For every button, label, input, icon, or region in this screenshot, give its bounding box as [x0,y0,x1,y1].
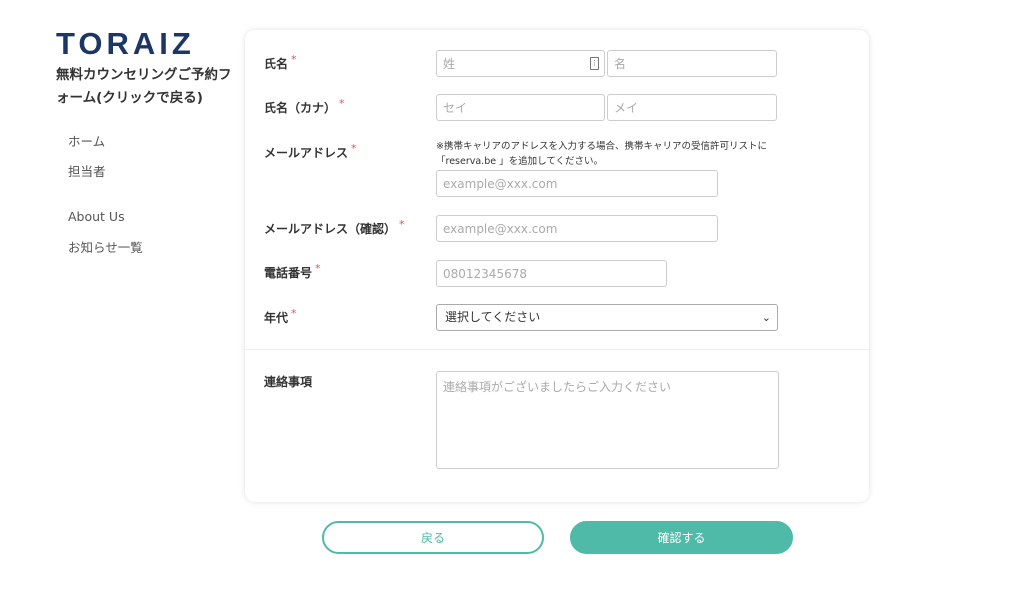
reservation-form-card: 氏名* ⋮ 氏名（カナ）* メールアドレス* ※携帯キャリアのアドレスを入力する… [245,30,869,502]
toraiz-logo[interactable]: TORAIZ [56,28,195,59]
required-mark: * [315,262,321,275]
email-input[interactable] [436,170,718,197]
required-mark: * [291,53,297,66]
sidebar-item-about-us[interactable]: About Us [68,209,143,225]
phone-label: 電話番号 * [264,262,321,280]
chevron-down-icon: ⌄ [761,311,771,324]
back-button[interactable]: 戻る [322,521,544,554]
required-mark: * [351,142,357,155]
last-name-kana-input[interactable] [436,94,605,121]
form-title-link[interactable]: 無料カウンセリングご予約フォーム(クリックで戻る) [56,64,236,110]
notes-textarea[interactable] [436,371,779,469]
sidebar-item-home[interactable]: ホーム [68,134,143,150]
sidebar-nav: ホーム 担当者 About Us お知らせ一覧 [68,134,143,256]
email-label: メールアドレス * [264,142,357,160]
age-select-value: 選択してください [445,310,541,324]
required-mark: * [399,218,405,231]
age-label: 年代 * [264,307,297,325]
age-select[interactable]: 選択してください ⌄ [436,304,778,331]
first-name-input[interactable] [607,50,777,77]
last-name-input[interactable] [436,50,605,77]
required-mark: * [339,97,345,110]
email-confirm-input[interactable] [436,215,718,242]
name-label: 氏名 * [264,53,297,71]
email-carrier-note: ※携帯キャリアのアドレスを入力する場合、携帯キャリアの受信許可リストに「rese… [436,141,767,167]
sidebar-item-news[interactable]: お知らせ一覧 [68,240,143,256]
kana-label: 氏名（カナ） * [264,97,345,115]
contact-card-icon[interactable]: ⋮ [590,57,599,70]
phone-input[interactable] [436,260,667,287]
confirm-button[interactable]: 確認する [570,521,793,554]
first-name-kana-input[interactable] [607,94,777,121]
section-divider [245,349,869,350]
sidebar-item-staff[interactable]: 担当者 [68,164,143,180]
required-mark: * [291,307,297,320]
notes-label: 連絡事項 [264,375,313,389]
email-confirm-label: メールアドレス（確認） * [264,218,405,236]
